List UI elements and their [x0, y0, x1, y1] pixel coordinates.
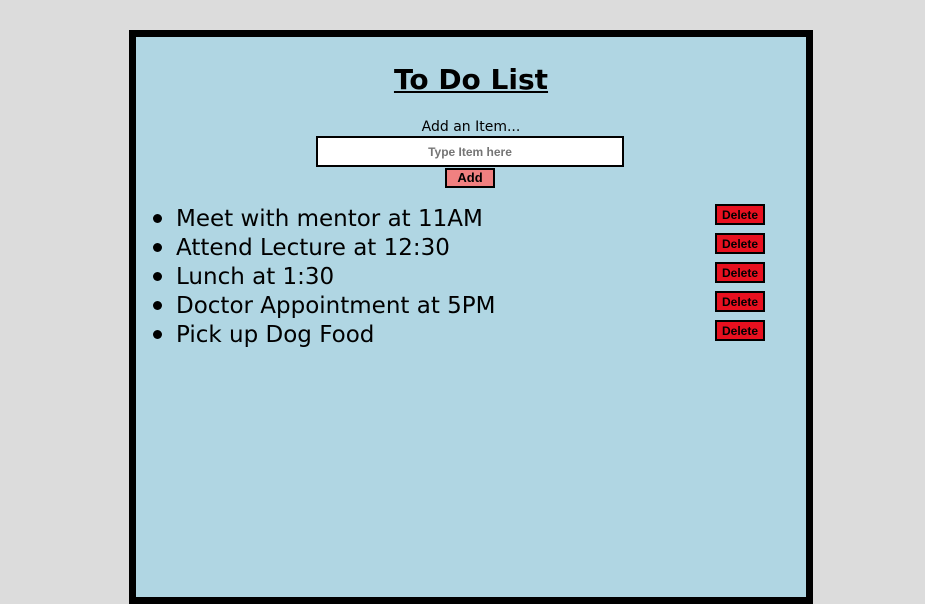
todo-item: Doctor Appointment at 5PM Delete: [136, 291, 806, 321]
bullet-icon: [153, 214, 162, 223]
todo-item-text: Lunch at 1:30: [176, 264, 335, 290]
todo-item: Attend Lecture at 12:30 Delete: [136, 233, 806, 263]
delete-button[interactable]: Delete: [715, 262, 765, 283]
todo-item-text: Pick up Dog Food: [176, 322, 375, 348]
bullet-icon: [153, 272, 162, 281]
bullet-icon: [153, 243, 162, 252]
todo-item-text: Doctor Appointment at 5PM: [176, 293, 496, 319]
delete-button[interactable]: Delete: [715, 320, 765, 341]
delete-button[interactable]: Delete: [715, 291, 765, 312]
todo-list: Meet with mentor at 11AM Delete Attend L…: [136, 204, 806, 350]
todo-item: Meet with mentor at 11AM Delete: [136, 204, 806, 234]
todo-app-panel: To Do List Add an Item... Add Meet with …: [129, 30, 813, 604]
delete-button[interactable]: Delete: [715, 204, 765, 225]
add-button[interactable]: Add: [445, 168, 495, 188]
item-input[interactable]: [316, 136, 624, 167]
todo-item: Pick up Dog Food Delete: [136, 320, 806, 350]
bullet-icon: [153, 330, 162, 339]
todo-item-text: Meet with mentor at 11AM: [176, 206, 483, 232]
page-title: To Do List: [393, 63, 549, 96]
todo-item-text: Attend Lecture at 12:30: [176, 235, 450, 261]
todo-item: Lunch at 1:30 Delete: [136, 262, 806, 292]
add-item-label: Add an Item...: [421, 119, 521, 135]
bullet-icon: [153, 301, 162, 310]
delete-button[interactable]: Delete: [715, 233, 765, 254]
